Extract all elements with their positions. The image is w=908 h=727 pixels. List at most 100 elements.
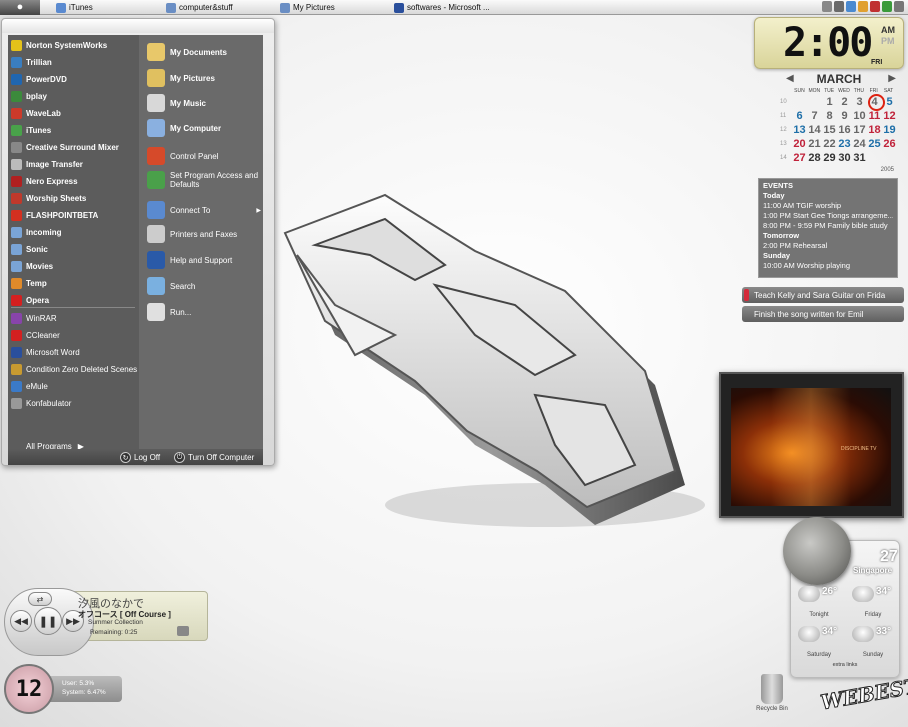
start-program-item[interactable]: Trillian: [11, 54, 52, 70]
apple-icon[interactable]: ●: [0, 0, 40, 15]
todo-item[interactable]: Finish the song written for Emil: [742, 306, 904, 322]
calendar-day[interactable]: 6: [792, 110, 807, 122]
start-program-item[interactable]: Norton SystemWorks: [11, 37, 107, 53]
calendar-day[interactable]: 23: [837, 138, 852, 150]
program-icon: [11, 141, 22, 153]
calendar-day[interactable]: 3: [852, 96, 867, 108]
calendar-day[interactable]: 16: [837, 124, 852, 136]
calendar-day[interactable]: 29: [822, 152, 837, 164]
start-place-item[interactable]: Set Program Access and Defaults: [147, 171, 261, 189]
start-place-item[interactable]: Help and Support: [147, 251, 261, 269]
start-place-item[interactable]: Control Panel: [147, 147, 261, 165]
calendar-day[interactable]: 15: [822, 124, 837, 136]
event-item[interactable]: 11:00 AM TGIF worship: [763, 201, 893, 211]
event-item[interactable]: 8:00 PM - 9:59 PM Family bible study: [763, 221, 893, 231]
start-program-item[interactable]: iTunes: [11, 122, 51, 138]
forecast-temp: 34°: [822, 626, 838, 637]
start-place-item[interactable]: My Documents: [147, 43, 261, 61]
volume-icon[interactable]: [822, 1, 832, 12]
calendar-day[interactable]: 25: [867, 138, 882, 150]
calendar-day[interactable]: 9: [837, 110, 852, 122]
start-program-item[interactable]: FLASHPOINTBETA: [11, 207, 98, 223]
start-program-item[interactable]: Sonic: [11, 241, 48, 257]
event-item[interactable]: 2:00 PM Rehearsal: [763, 241, 893, 251]
messenger-icon[interactable]: [882, 1, 892, 12]
calendar-day[interactable]: 30: [837, 152, 852, 164]
calendar-day[interactable]: 26: [882, 138, 897, 150]
start-program-item[interactable]: WaveLab: [11, 105, 61, 121]
calendar-day[interactable]: 13: [792, 124, 807, 136]
clock-widget[interactable]: 2:00 AM PM FRI: [754, 17, 904, 69]
recycle-bin[interactable]: Recycle Bin: [752, 674, 792, 722]
start-place-item[interactable]: Run...: [147, 303, 261, 321]
start-program-item[interactable]: WinRAR: [11, 310, 57, 326]
start-place-item[interactable]: My Music: [147, 94, 261, 112]
start-program-item[interactable]: Konfabulator: [11, 395, 71, 411]
log-off-button[interactable]: ↻ Log Off: [120, 452, 160, 463]
calendar-day[interactable]: 19: [882, 124, 897, 136]
calendar-day[interactable]: 11: [867, 110, 882, 122]
calendar-day[interactable]: 31: [852, 152, 867, 164]
start-program-item[interactable]: Condition Zero Deleted Scenes: [11, 361, 137, 377]
pause-button[interactable]: ❚❚: [34, 607, 62, 635]
start-place-item[interactable]: My Pictures: [147, 69, 261, 87]
next-month-icon[interactable]: ▶: [888, 73, 896, 84]
taskbar-item-computer-stuff[interactable]: computer&stuff: [166, 1, 233, 14]
lock-icon[interactable]: [858, 1, 868, 12]
taskbar-item-my-pictures[interactable]: My Pictures: [280, 1, 335, 14]
start-program-item[interactable]: Temp: [11, 275, 47, 291]
calendar-day[interactable]: 17: [852, 124, 867, 136]
calendar-day[interactable]: 27: [792, 152, 807, 164]
settings-icon[interactable]: [894, 1, 904, 12]
calendar-day[interactable]: 10: [852, 110, 867, 122]
search-icon[interactable]: [834, 1, 844, 12]
calendar-day[interactable]: 1: [822, 96, 837, 108]
calendar-day[interactable]: 14: [807, 124, 822, 136]
start-place-item[interactable]: Connect To ▶: [147, 201, 261, 219]
events-title: EVENTS: [763, 181, 794, 190]
picture-frame-widget[interactable]: DISCIPLINE TV: [719, 372, 904, 518]
calendar-day[interactable]: 20: [792, 138, 807, 150]
start-program-item[interactable]: Incoming: [11, 224, 62, 240]
calendar-day[interactable]: 12: [882, 110, 897, 122]
calendar-day[interactable]: 7: [807, 110, 822, 122]
turn-off-button[interactable]: ⏻ Turn Off Computer: [174, 452, 254, 463]
start-place-item[interactable]: Printers and Faxes: [147, 225, 261, 243]
events-widget: EVENTS Today 11:00 AM TGIF worship 1:00 PM …: [758, 178, 898, 278]
start-program-item[interactable]: Opera: [11, 292, 49, 308]
calendar-day[interactable]: 21: [807, 138, 822, 150]
network-icon[interactable]: [846, 1, 856, 12]
start-program-item[interactable]: Movies: [11, 258, 53, 274]
calendar-day[interactable]: 2: [837, 96, 852, 108]
start-place-item[interactable]: My Computer: [147, 119, 261, 137]
start-program-item[interactable]: Image Transfer: [11, 156, 83, 172]
start-place-item[interactable]: Search: [147, 277, 261, 295]
todo-item[interactable]: Teach Kelly and Sara Guitar on Frida: [742, 287, 904, 303]
wallpaper-thumbnail: DISCIPLINE TV: [731, 388, 891, 506]
start-program-item[interactable]: Worship Sheets: [11, 190, 86, 206]
event-item[interactable]: 10:00 AM Worship playing: [763, 261, 893, 271]
weather-extra-links[interactable]: extra links: [790, 662, 900, 668]
calendar-day[interactable]: 5: [882, 96, 897, 108]
start-program-item[interactable]: PowerDVD: [11, 71, 67, 87]
shield-icon[interactable]: [870, 1, 880, 12]
calendar-day[interactable]: 22: [822, 138, 837, 150]
start-program-item[interactable]: bplay: [11, 88, 47, 104]
start-program-item[interactable]: eMule: [11, 378, 48, 394]
calendar-day[interactable]: 28: [807, 152, 822, 164]
calendar-day[interactable]: 18: [867, 124, 882, 136]
event-item[interactable]: 1:00 PM Start Gee Tiongs arrangeme...: [763, 211, 893, 221]
previous-button[interactable]: ◀◀: [10, 610, 32, 632]
calendar-day[interactable]: 8: [822, 110, 837, 122]
shuffle-button[interactable]: ⇄: [28, 592, 52, 606]
start-program-item[interactable]: Creative Surround Mixer: [11, 139, 119, 155]
start-program-item[interactable]: Nero Express: [11, 173, 78, 189]
taskbar-item-itunes[interactable]: iTunes: [56, 1, 93, 14]
calendar-day[interactable]: 4: [867, 94, 885, 111]
taskbar-item-word[interactable]: softwares - Microsoft ...: [394, 1, 490, 14]
playlist-icon[interactable]: [177, 626, 189, 636]
start-program-item[interactable]: Microsoft Word: [11, 344, 80, 360]
start-program-item[interactable]: CCleaner: [11, 327, 60, 343]
run-icon: [147, 303, 165, 321]
calendar-day[interactable]: 24: [852, 138, 867, 150]
